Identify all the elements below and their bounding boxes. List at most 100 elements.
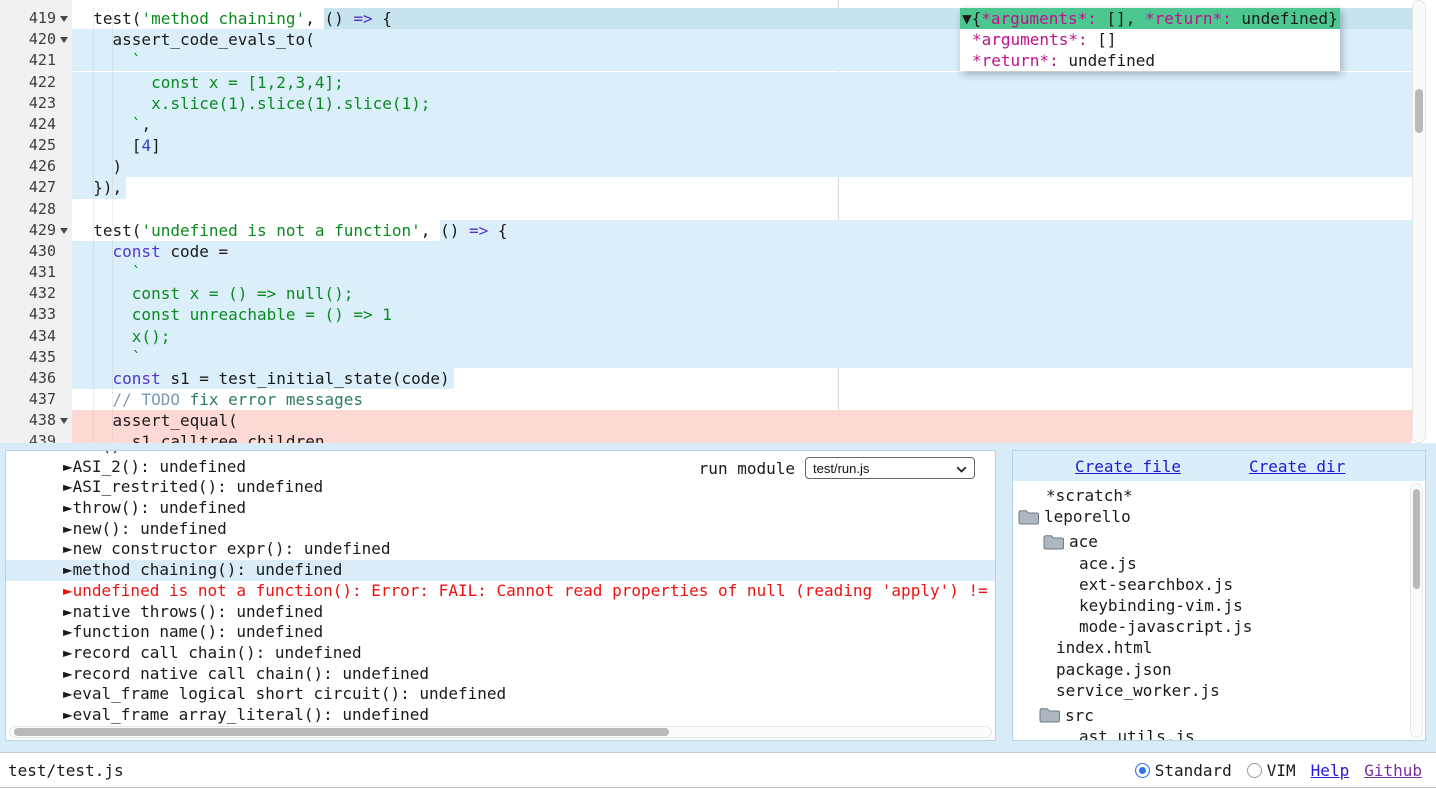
radio-unselected-icon[interactable] bbox=[1247, 763, 1262, 778]
file-name: src bbox=[1065, 705, 1094, 726]
output-row[interactable]: ►new constructor expr(): undefined bbox=[6, 539, 995, 560]
code-line[interactable]: test('method chaining', () => { bbox=[74, 8, 392, 29]
code-line[interactable]: x(); bbox=[74, 326, 170, 347]
tree-file[interactable]: *scratch* bbox=[1013, 485, 1409, 506]
tooltip-row[interactable]: *return*: undefined bbox=[960, 50, 1340, 71]
tree-file[interactable]: package.json bbox=[1013, 659, 1409, 680]
line-number[interactable]: 435 bbox=[0, 347, 72, 368]
mode-label[interactable]: Standard bbox=[1155, 761, 1232, 780]
github-link[interactable]: Github bbox=[1364, 761, 1422, 780]
create-file-link[interactable]: Create file bbox=[1075, 457, 1181, 476]
test-results-list[interactable]: ►ASI(): undefined►ASI_2(): undefined►ASI… bbox=[6, 451, 995, 726]
line-number[interactable]: 434 bbox=[0, 326, 72, 347]
code-line[interactable]: // TODO fix error messages bbox=[74, 389, 363, 410]
code-editor[interactable]: 4194204214224234244254264274284294304314… bbox=[0, 0, 1436, 443]
help-link[interactable]: Help bbox=[1311, 761, 1350, 780]
output-row[interactable]: ►throw(): undefined bbox=[6, 498, 995, 519]
line-number[interactable]: 428 bbox=[0, 199, 72, 220]
code-line[interactable]: x.slice(1).slice(1).slice(1); bbox=[74, 93, 430, 114]
files-scrollbar[interactable] bbox=[1410, 483, 1423, 738]
code-line[interactable]: const x = [1,2,3,4]; bbox=[74, 72, 344, 93]
line-number[interactable]: 433 bbox=[0, 304, 72, 325]
output-row[interactable]: ►function name(): undefined bbox=[6, 622, 995, 643]
tree-file[interactable]: index.html bbox=[1013, 637, 1409, 658]
fold-arrow-icon[interactable] bbox=[60, 228, 68, 234]
output-row[interactable]: ►new(): undefined bbox=[6, 519, 995, 540]
run-module-select[interactable]: test/run.js bbox=[805, 457, 975, 479]
line-number[interactable]: 437 bbox=[0, 389, 72, 410]
line-number[interactable]: 429 bbox=[0, 220, 72, 241]
tree-file[interactable]: ace.js bbox=[1013, 553, 1409, 574]
mode-radio-vim[interactable]: VIM bbox=[1247, 761, 1296, 780]
line-number[interactable]: 421 bbox=[0, 50, 72, 71]
fold-arrow-icon[interactable] bbox=[60, 16, 68, 22]
fold-arrow-icon[interactable] bbox=[60, 418, 68, 424]
fold-arrow-icon[interactable] bbox=[60, 37, 68, 43]
file-tree[interactable]: *scratch*leporello aceace.jsext-searchbox… bbox=[1013, 481, 1409, 741]
code-line[interactable]: test('undefined is not a function', () =… bbox=[74, 220, 508, 241]
code-line[interactable]: ` bbox=[74, 50, 141, 71]
tooltip-row[interactable]: *arguments*: [] bbox=[960, 29, 1340, 50]
file-name: ace bbox=[1069, 531, 1098, 552]
output-hscrollbar[interactable] bbox=[9, 726, 992, 738]
tooltip-header[interactable]: ▼{*arguments*: [], *return*: undefined} bbox=[960, 8, 1340, 29]
code-line[interactable]: const unreachable = () => 1 bbox=[74, 304, 392, 325]
value-tooltip[interactable]: ▼{*arguments*: [], *return*: undefined}*… bbox=[960, 8, 1340, 71]
scrollbar-thumb[interactable] bbox=[1415, 89, 1423, 133]
run-module-control: run module test/run.js bbox=[699, 457, 975, 479]
output-row[interactable]: ►undefined is not a function(): Error: F… bbox=[6, 581, 995, 602]
tree-file[interactable]: mode-javascript.js bbox=[1013, 616, 1409, 637]
output-row[interactable]: ►record call chain(): undefined bbox=[6, 643, 995, 664]
output-row[interactable]: ►method chaining(): undefined bbox=[6, 560, 995, 581]
output-row[interactable]: ►ASI(): undefined bbox=[6, 450, 995, 457]
line-number[interactable]: 430 bbox=[0, 241, 72, 262]
gutter[interactable]: 4194204214224234244254264274284294304314… bbox=[0, 0, 72, 443]
code-line[interactable]: ) bbox=[74, 156, 122, 177]
mode-radio-standard[interactable]: Standard bbox=[1135, 761, 1232, 780]
tree-file[interactable]: service_worker.js bbox=[1013, 680, 1409, 701]
status-controls: Standard VIM Help Github bbox=[1135, 761, 1422, 780]
create-dir-link[interactable]: Create dir bbox=[1249, 457, 1345, 476]
scrollbar-thumb[interactable] bbox=[1413, 489, 1420, 589]
line-number[interactable]: 422 bbox=[0, 72, 72, 93]
code-line[interactable]: ` bbox=[74, 262, 141, 283]
code-line[interactable]: [4] bbox=[74, 135, 161, 156]
output-panel: ►ASI(): undefined►ASI_2(): undefined►ASI… bbox=[5, 450, 996, 741]
output-row[interactable]: ►eval_frame array_literal(): undefined bbox=[6, 705, 995, 726]
code-line[interactable]: const s1 = test_initial_state(code) bbox=[74, 368, 450, 389]
code-line[interactable]: const x = () => null(); bbox=[74, 283, 353, 304]
code-line[interactable]: `, bbox=[74, 114, 151, 135]
line-number[interactable]: 438 bbox=[0, 410, 72, 431]
line-number[interactable]: 420 bbox=[0, 29, 72, 50]
tree-file[interactable]: ext-searchbox.js bbox=[1013, 574, 1409, 595]
tree-folder[interactable]: leporello bbox=[1013, 506, 1409, 527]
tree-file[interactable]: keybinding-vim.js bbox=[1013, 595, 1409, 616]
scrollbar-thumb[interactable] bbox=[14, 728, 669, 736]
code-line[interactable]: const code = bbox=[74, 241, 228, 262]
output-row[interactable]: ►ASI_restrited(): undefined bbox=[6, 477, 995, 498]
tree-folder[interactable]: ace bbox=[1013, 531, 1409, 552]
code-line[interactable]: assert_code_evals_to( bbox=[74, 29, 315, 50]
output-row[interactable]: ►record native call chain(): undefined bbox=[6, 664, 995, 685]
code-line[interactable]: s1.calltree.children bbox=[74, 431, 324, 443]
code-line[interactable]: }), bbox=[74, 177, 122, 198]
line-number[interactable]: 427 bbox=[0, 177, 72, 198]
line-number[interactable]: 432 bbox=[0, 283, 72, 304]
editor-scrollbar[interactable] bbox=[1412, 0, 1426, 443]
output-row[interactable]: ►eval_frame logical short circuit(): und… bbox=[6, 684, 995, 705]
line-number[interactable]: 423 bbox=[0, 93, 72, 114]
mode-label[interactable]: VIM bbox=[1267, 761, 1296, 780]
code-line[interactable]: assert_equal( bbox=[74, 410, 238, 431]
code-line[interactable]: ` bbox=[74, 347, 141, 368]
radio-selected-icon[interactable] bbox=[1135, 763, 1150, 778]
line-number[interactable]: 439 bbox=[0, 431, 72, 443]
tree-file[interactable]: ast_utils.js bbox=[1013, 726, 1409, 741]
line-number[interactable]: 426 bbox=[0, 156, 72, 177]
line-number[interactable]: 431 bbox=[0, 262, 72, 283]
line-number[interactable]: 436 bbox=[0, 368, 72, 389]
line-number[interactable]: 424 bbox=[0, 114, 72, 135]
line-number[interactable]: 419 bbox=[0, 8, 72, 29]
tree-folder[interactable]: src bbox=[1013, 705, 1409, 726]
line-number[interactable]: 425 bbox=[0, 135, 72, 156]
output-row[interactable]: ►native throws(): undefined bbox=[6, 602, 995, 623]
